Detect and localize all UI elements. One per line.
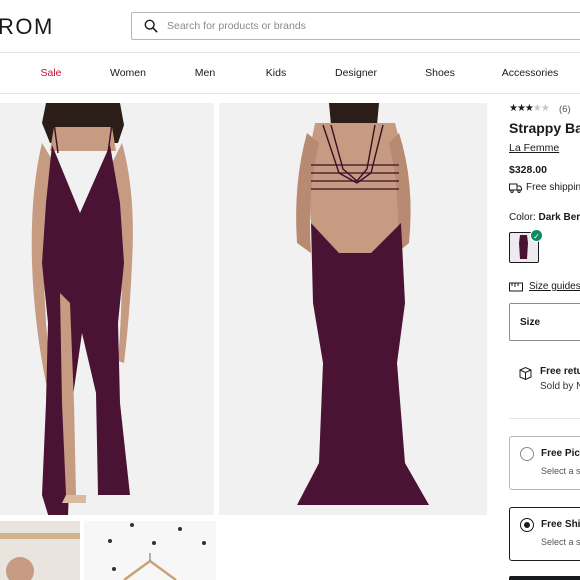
returns-subtitle: Sold by N [540, 381, 580, 392]
rating-empty: ★★ [532, 103, 550, 114]
thumbnail-2[interactable] [84, 521, 216, 580]
free-returns-info: Free retu Sold by N [518, 366, 580, 392]
nav-divider [0, 93, 580, 94]
return-box-icon [519, 366, 532, 381]
dress-front-illustration [0, 103, 214, 515]
search-bar[interactable] [131, 12, 580, 40]
pickup-title: Free Pick [541, 448, 580, 459]
pickup-subtitle: Select a siz [541, 466, 580, 476]
review-count[interactable]: (6) [559, 104, 571, 115]
store-logo[interactable]: ROM [0, 14, 54, 40]
product-image-front[interactable] [0, 103, 214, 515]
selected-check-icon: ✓ [530, 229, 543, 242]
add-to-bag-button[interactable] [509, 576, 580, 580]
shipping-text: Free shipping [526, 182, 580, 193]
color-value: Dark Berr [538, 212, 580, 223]
ship-option[interactable]: Free Ship Select a siz [509, 507, 580, 561]
nav-item-kids[interactable]: Kids [266, 67, 286, 79]
pickup-option[interactable]: Free Pick Select a siz [509, 436, 580, 490]
truck-icon [509, 183, 522, 193]
nav-item-women[interactable]: Women [110, 67, 146, 79]
ruler-icon [509, 282, 523, 291]
thumbnail-2-illustration [84, 521, 216, 580]
thumbnail-1[interactable] [0, 521, 80, 580]
nav-item-designer[interactable]: Designer [335, 67, 377, 79]
ship-subtitle: Select a siz [541, 537, 580, 547]
product-image-back[interactable] [219, 103, 487, 515]
nav-item-men[interactable]: Men [195, 67, 215, 79]
ship-title: Free Ship [541, 519, 580, 530]
rating-filled: ★★★ [509, 103, 534, 114]
thumbnail-1-illustration [0, 521, 80, 580]
dress-back-illustration [219, 103, 487, 515]
returns-title: Free retu [540, 366, 580, 377]
size-guides-link[interactable]: Size guides [509, 281, 580, 292]
pickup-radio[interactable] [520, 447, 534, 461]
size-guides-text: Size guides [529, 281, 580, 292]
nav-item-sale[interactable]: Sale [40, 67, 61, 79]
details-divider [509, 418, 580, 419]
nav-item-shoes[interactable]: Shoes [425, 67, 455, 79]
brand-link[interactable]: La Femme [509, 142, 559, 154]
product-title: Strappy Bac [509, 120, 580, 136]
rating-stars[interactable]: ★★★★★ [509, 103, 550, 114]
ship-radio[interactable] [520, 518, 534, 532]
category-nav: Sale Women Men Kids Designer Shoes Acces… [0, 53, 580, 93]
free-shipping-note: Free shipping [509, 182, 580, 193]
search-input[interactable] [167, 20, 467, 32]
color-label-text: Color: [509, 212, 536, 223]
size-select-label: Size [520, 317, 541, 328]
product-price: $328.00 [509, 164, 547, 176]
color-label: Color: Dark Berr [509, 212, 580, 223]
search-icon [144, 19, 158, 33]
nav-item-accessories[interactable]: Accessories [502, 67, 559, 79]
size-select[interactable]: Size [509, 303, 580, 341]
site-header: ROM [0, 0, 580, 52]
